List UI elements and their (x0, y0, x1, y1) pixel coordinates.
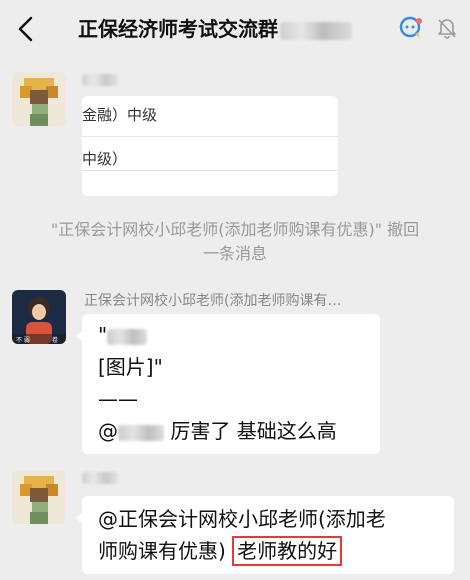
quote-start: " (98, 320, 148, 350)
portrait-avatar-icon: 不 弱 卷 (12, 290, 66, 344)
svg-text:不 弱: 不 弱 (16, 337, 30, 344)
highlighted-text: 老师教的好 (232, 536, 343, 566)
quote-divider: —— (98, 387, 138, 411)
message-line-2: 师购课有优惠) 老师教的好 (98, 536, 343, 566)
quote-image-line: [图片]" (98, 355, 163, 379)
card-divider (82, 170, 338, 171)
pixelated-avatar-icon (12, 72, 66, 126)
redacted-member-count (280, 21, 352, 40)
reply-line: @ 厉害了 基础这么高 (98, 416, 337, 446)
recall-notice: "正保会计网校小邱老师(添加老师购课有优惠)" 撤回 一条消息 (0, 218, 470, 266)
bubble-tail (76, 512, 83, 524)
redacted-mention-name (118, 424, 164, 441)
message-line-2-text: 师购课有优惠) (98, 539, 226, 563)
avatar[interactable]: 不 弱 卷 (12, 290, 66, 344)
redacted-sender-name (82, 74, 118, 86)
sender-name: 正保会计网校小邱老师(添加老师购课有… (84, 293, 342, 309)
recall-notice-line-1: "正保会计网校小邱老师(添加老师购课有优惠)" 撤回 (50, 220, 420, 239)
pixelated-avatar-icon (12, 470, 66, 524)
message-line-1: @正保会计网校小邱老师(添加老 (98, 507, 386, 531)
redacted-quote-name (107, 328, 148, 345)
chat-title: 正保经济师考试交流群 (78, 13, 352, 45)
message-card[interactable]: 金融）中级 中级） (82, 96, 338, 196)
redacted-sender-name (82, 472, 118, 484)
svg-text:卷: 卷 (52, 336, 58, 344)
chat-title-text: 正保经济师考试交流群 (78, 17, 278, 41)
bell-off-icon[interactable] (434, 15, 460, 41)
message-bubble[interactable]: @正保会计网校小邱老师(添加老 师购课有优惠) 老师教的好 (76, 496, 454, 574)
quote-open-mark: " (98, 323, 108, 347)
chat-header: 正保经济师考试交流群 (0, 0, 470, 58)
reply-text: 厉害了 基础这么高 (170, 419, 337, 443)
avatar[interactable] (12, 470, 66, 524)
mention-at: @ (98, 419, 118, 443)
recall-notice-line-2: 一条消息 (202, 244, 267, 263)
avatar[interactable] (12, 72, 66, 126)
message-bubble[interactable]: " [图片]" —— @ 厉害了 基础这么高 (76, 314, 380, 454)
group-chat-icon[interactable] (398, 15, 424, 41)
card-divider (82, 136, 338, 137)
card-line-2: 中级） (82, 150, 128, 168)
chevron-left-icon[interactable] (10, 12, 44, 46)
card-line-1: 金融）中级 (82, 106, 158, 124)
bubble-tail (76, 330, 83, 342)
